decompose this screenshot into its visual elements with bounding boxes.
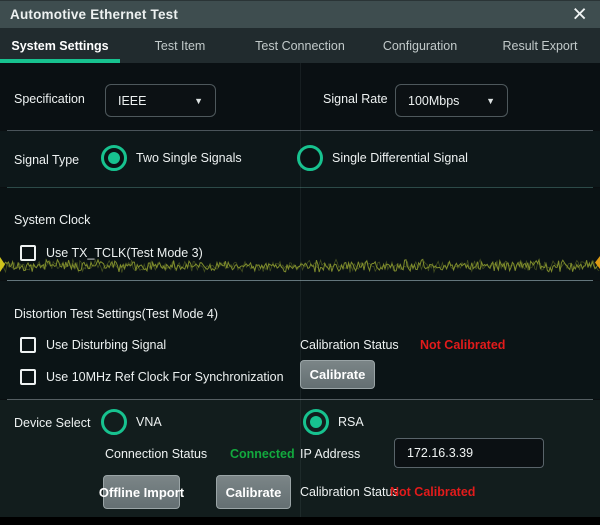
screen-background <box>0 517 600 525</box>
radio-single-differential-signal[interactable]: Single Differential Signal <box>297 145 468 171</box>
checkbox-use-disturbing-signal[interactable]: Use Disturbing Signal <box>20 336 166 354</box>
checkbox-use-10mhz-ref-clock[interactable]: Use 10MHz Ref Clock For Synchronization <box>20 368 284 386</box>
radio-label: Single Differential Signal <box>332 151 468 165</box>
section-distortion-test: Distortion Test Settings(Test Mode 4) Us… <box>0 281 600 399</box>
radio-ring <box>303 409 329 435</box>
radio-two-single-signals[interactable]: Two Single Signals <box>101 145 242 171</box>
calibration-status-label: Calibration Status <box>300 485 399 499</box>
specification-dropdown[interactable]: IEEE ▼ <box>105 84 216 117</box>
radio-label: Two Single Signals <box>136 151 242 165</box>
checkbox-icon <box>20 369 36 385</box>
radio-ring <box>297 145 323 171</box>
automotive-ethernet-test-dialog: Automotive Ethernet Test × System Settin… <box>0 0 600 517</box>
section-system-clock: System Clock Use TX_TCLK(Test Mode 3) <box>0 188 600 280</box>
calibration-status-value: Not Calibrated <box>390 485 475 499</box>
radio-ring <box>101 409 127 435</box>
connection-status-value: Connected <box>230 447 295 461</box>
close-icon[interactable]: × <box>572 0 587 29</box>
tab-label: Configuration <box>383 39 457 53</box>
tab-system-settings[interactable]: System Settings <box>0 28 120 63</box>
tab-bar: System Settings Test Item Test Connectio… <box>0 28 600 63</box>
radio-dot <box>108 152 120 164</box>
ip-address-label: IP Address <box>300 447 360 461</box>
checkbox-icon <box>20 245 36 261</box>
offline-import-button[interactable]: Offline Import <box>103 475 180 509</box>
specification-value: IEEE <box>118 94 147 108</box>
ip-address-input[interactable] <box>394 438 544 468</box>
tab-label: System Settings <box>11 39 108 53</box>
checkbox-label: Use Disturbing Signal <box>46 338 166 352</box>
system-clock-title: System Clock <box>14 213 90 227</box>
radio-vna[interactable]: VNA <box>101 409 162 435</box>
device-select-label: Device Select <box>14 416 90 430</box>
distortion-title: Distortion Test Settings(Test Mode 4) <box>14 307 218 321</box>
dialog-titlebar: Automotive Ethernet Test × <box>0 0 600 28</box>
chevron-down-icon: ▼ <box>486 96 495 106</box>
checkbox-icon <box>20 337 36 353</box>
tab-configuration[interactable]: Configuration <box>360 28 480 63</box>
radio-label: VNA <box>136 415 162 429</box>
tab-test-item[interactable]: Test Item <box>120 28 240 63</box>
checkbox-label: Use TX_TCLK(Test Mode 3) <box>46 246 203 260</box>
section-specification: Specification IEEE ▼ Signal Rate 100Mbps… <box>0 63 600 130</box>
signal-rate-label: Signal Rate <box>323 92 388 106</box>
tab-label: Test Connection <box>255 39 345 53</box>
radio-rsa[interactable]: RSA <box>303 409 364 435</box>
signal-rate-value: 100Mbps <box>408 94 459 108</box>
calibration-status-value: Not Calibrated <box>420 338 505 352</box>
calibrate-button[interactable]: Calibrate <box>216 475 291 509</box>
chevron-down-icon: ▼ <box>194 96 203 106</box>
signal-type-label: Signal Type <box>14 153 79 167</box>
checkbox-label: Use 10MHz Ref Clock For Synchronization <box>46 370 284 384</box>
tab-test-connection[interactable]: Test Connection <box>240 28 360 63</box>
radio-label: RSA <box>338 415 364 429</box>
specification-label: Specification <box>14 92 85 106</box>
radio-dot <box>310 416 322 428</box>
calibrate-button[interactable]: Calibrate <box>300 360 375 389</box>
radio-ring <box>101 145 127 171</box>
tab-label: Test Item <box>155 39 206 53</box>
tab-label: Result Export <box>502 39 577 53</box>
section-device-select: Device Select VNA RSA Connection Status … <box>0 400 600 517</box>
signal-rate-dropdown[interactable]: 100Mbps ▼ <box>395 84 508 117</box>
connection-status-label: Connection Status <box>105 447 207 461</box>
calibration-status-label: Calibration Status <box>300 338 399 352</box>
dialog-title: Automotive Ethernet Test <box>10 7 178 22</box>
checkbox-use-tx-tclk[interactable]: Use TX_TCLK(Test Mode 3) <box>20 244 203 262</box>
section-signal-type: Signal Type Two Single Signals Single Di… <box>0 131 600 187</box>
tab-result-export[interactable]: Result Export <box>480 28 600 63</box>
